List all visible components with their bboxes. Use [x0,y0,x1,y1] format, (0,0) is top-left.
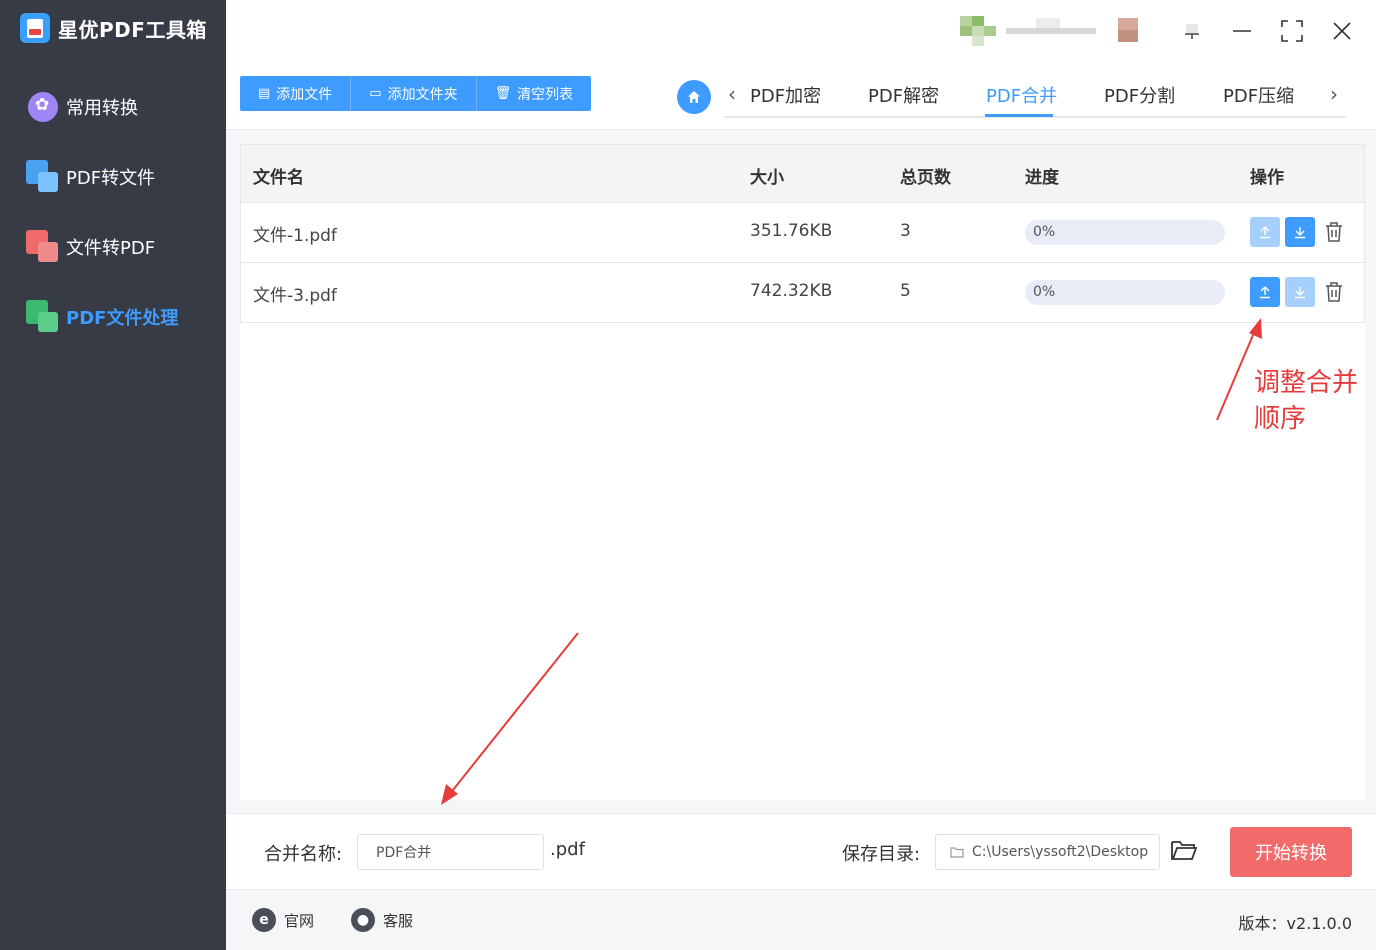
sidebar-item-pdf-to-file[interactable]: PDF转文件 [0,142,226,212]
file-name: 文件-1.pdf [253,226,337,246]
maximize-icon[interactable] [1272,14,1312,48]
sidebar-item-file-to-pdf[interactable]: 文件转PDF [0,212,226,282]
main-panel: ▤ 添加文件 ▭ 添加文件夹 🗑 清空列表 ‹ PDF加密 PDF解密 PDF合… [226,0,1376,950]
annotation-line-1: 调整合并 [1254,368,1359,398]
folder-icon [950,847,964,858]
tab-pdf-decrypt[interactable]: PDF解密 [868,82,939,108]
extension-label: .pdf [550,839,585,860]
pdf-to-file-icon [26,160,60,194]
sidebar-item-label: PDF文件处理 [66,308,179,329]
support-label: 客服 [383,911,414,930]
move-down-button[interactable] [1285,217,1315,247]
app-title: 星优PDF工具箱 [20,13,207,43]
version-text: 版本：v2.1.0.0 [1238,914,1352,933]
file-icon: ▤ [258,86,271,101]
user-avatar-blurred[interactable] [960,16,1155,46]
app-logo-icon [20,13,50,43]
title-bar [226,0,1376,60]
annotation-text: 调整合并 顺序 [1254,365,1358,437]
clear-list-button[interactable]: 🗑 清空列表 [476,76,592,111]
progress-bar: 0% [1025,220,1225,245]
start-convert-button[interactable]: 开始转换 [1230,827,1352,877]
save-dir-value: C:\Users\yssoft2\Desktop [972,844,1149,860]
trash-icon: 🗑 [494,86,512,101]
active-tab-indicator [985,114,1053,117]
delete-row-button[interactable] [1321,217,1347,247]
tab-pdf-split[interactable]: PDF分割 [1104,82,1175,108]
merge-name-label: 合并名称: [264,844,343,865]
output-settings-bar: 合并名称: .pdf 保存目录: C:\Users\yssoft2\Deskto… [226,813,1376,890]
sidebar: 星优PDF工具箱 常用转换 PDF转文件 文件转PDF PDF文件处理 [0,0,226,950]
website-link[interactable]: e 官网 [252,908,314,932]
table-row[interactable]: 文件-3.pdf 742.32KB 5 0% [240,263,1365,323]
tab-pdf-encrypt[interactable]: PDF加密 [750,82,821,108]
add-folder-button[interactable]: ▭ 添加文件夹 [351,76,477,111]
sidebar-nav: 常用转换 PDF转文件 文件转PDF PDF文件处理 [0,72,226,352]
table-row[interactable]: 文件-1.pdf 351.76KB 3 0% [240,203,1365,263]
arrow-down-icon [1295,227,1305,239]
browser-icon: e [252,908,276,932]
arrow-down-icon [1295,287,1305,299]
home-button[interactable] [677,80,711,114]
page-count: 3 [900,221,911,241]
save-dir-field[interactable]: C:\Users\yssoft2\Desktop [935,834,1160,870]
minimize-icon[interactable] [1222,14,1262,48]
pdf-process-icon [26,300,60,334]
move-down-button[interactable] [1285,277,1315,307]
pin-icon[interactable] [1172,14,1212,48]
column-header-progress[interactable]: 进度 [1025,163,1059,188]
trash-icon [1326,282,1342,302]
sidebar-item-label: 文件转PDF [66,238,156,259]
progress-text: 0% [1033,224,1056,240]
column-header-name[interactable]: 文件名 [253,163,304,188]
open-folder-icon [1171,841,1198,860]
sidebar-item-pdf-process[interactable]: PDF文件处理 [0,282,226,352]
annotation-line-2: 顺序 [1254,404,1307,434]
merge-name-input[interactable] [357,834,544,870]
folder-icon: ▭ [369,86,382,101]
move-up-button[interactable] [1250,277,1280,307]
website-label: 官网 [284,911,315,930]
support-link[interactable]: ● 客服 [351,908,413,932]
trash-icon [1326,222,1342,242]
sidebar-item-label: 常用转换 [66,98,138,119]
progress-text: 0% [1033,284,1056,300]
clover-icon [26,90,60,124]
toolbar: ▤ 添加文件 ▭ 添加文件夹 🗑 清空列表 ‹ PDF加密 PDF解密 PDF合… [226,60,1376,130]
tool-tabs: ‹ PDF加密 PDF解密 PDF合并 PDF分割 PDF压缩 › [724,78,1346,118]
move-up-button[interactable] [1250,217,1280,247]
page-count: 5 [900,281,911,301]
tabs-next-arrow-icon[interactable]: › [1330,82,1338,106]
file-name: 文件-3.pdf [253,286,337,306]
file-to-pdf-icon [26,230,60,264]
column-header-actions: 操作 [1250,168,1284,188]
chat-icon: ● [351,908,375,932]
arrow-up-icon [1260,226,1270,239]
browse-folder-button[interactable] [1170,838,1200,866]
file-action-group: ▤ 添加文件 ▭ 添加文件夹 🗑 清空列表 [240,76,592,111]
column-header-size[interactable]: 大小 [750,163,784,188]
tabs-prev-arrow-icon[interactable]: ‹ [728,82,736,106]
file-table: 文件名 大小 总页数 进度 操作 文件-1.pdf 351.76KB 3 0% [240,144,1365,800]
home-icon [688,91,700,103]
clear-list-label: 清空列表 [517,86,574,103]
app-name: 星优PDF工具箱 [58,17,207,42]
add-folder-label: 添加文件夹 [387,86,458,103]
tab-pdf-merge[interactable]: PDF合并 [986,82,1057,108]
footer: e 官网 ● 客服 版本：v2.1.0.0 [226,891,1376,950]
sidebar-item-common-convert[interactable]: 常用转换 [0,72,226,142]
column-header-pages[interactable]: 总页数 [900,163,951,188]
tab-pdf-compress[interactable]: PDF压缩 [1223,82,1294,108]
sidebar-item-label: PDF转文件 [66,168,156,189]
add-file-button[interactable]: ▤ 添加文件 [240,76,352,111]
file-size: 351.76KB [750,221,833,241]
table-header: 文件名 大小 总页数 进度 操作 [240,144,1365,203]
save-dir-label: 保存目录: [842,844,921,865]
delete-row-button[interactable] [1321,277,1347,307]
file-size: 742.32KB [750,281,833,301]
add-file-label: 添加文件 [276,86,333,103]
arrow-up-icon [1260,286,1270,299]
close-icon[interactable] [1322,14,1362,48]
progress-bar: 0% [1025,280,1225,305]
